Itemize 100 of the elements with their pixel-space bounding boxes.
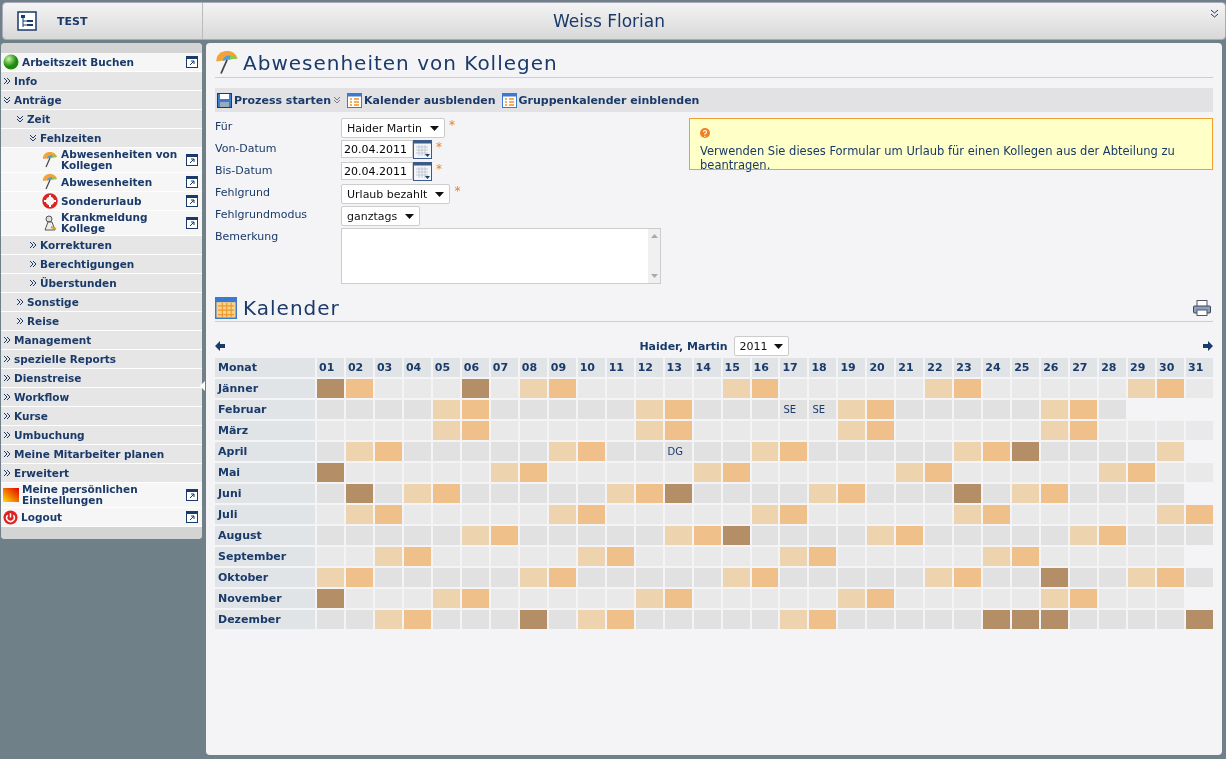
sidebar-item[interactable]: Korrekturen xyxy=(1,236,202,255)
column-header: 19 xyxy=(838,358,866,377)
sidebar-label: Krankmeldung Kollege xyxy=(61,211,149,235)
sidebar-item[interactable]: Erweitert xyxy=(1,464,202,483)
sidebar-item[interactable]: Meine Mitarbeiter planen xyxy=(1,445,202,464)
chevron-down-icon xyxy=(29,134,37,142)
sidebar-item[interactable]: Dienstreise xyxy=(1,369,202,388)
sidebar-item[interactable]: Berechtigungen xyxy=(1,255,202,274)
column-header: 29 xyxy=(1128,358,1156,377)
sidebar-item[interactable]: Anträge xyxy=(1,91,202,110)
sidebar-label: Logout xyxy=(21,510,64,524)
month-label: Mai xyxy=(215,463,315,482)
column-header: 10 xyxy=(577,358,605,377)
column-header: 14 xyxy=(693,358,721,377)
collapse-icon[interactable] xyxy=(1210,9,1219,18)
person-name: Haider, Martin xyxy=(639,339,728,353)
column-header: 18 xyxy=(809,358,837,377)
column-header: 17 xyxy=(780,358,808,377)
sidebar-label: Umbuchung xyxy=(14,428,86,442)
dropdown[interactable]: Haider Martin xyxy=(341,118,445,138)
gradient-swatch-icon xyxy=(3,488,19,502)
remark-field[interactable] xyxy=(341,228,661,284)
year-dropdown[interactable]: 2011 xyxy=(733,336,789,356)
next-arrow-icon[interactable] xyxy=(1203,341,1213,351)
open-window-icon[interactable] xyxy=(186,176,198,188)
open-window-icon[interactable] xyxy=(186,489,198,501)
required-mark: * xyxy=(454,184,461,198)
sidebar-label: Sonderurlaub xyxy=(61,194,143,208)
column-header: 15 xyxy=(722,358,750,377)
chevron-down-icon xyxy=(3,96,11,104)
column-header: 12 xyxy=(635,358,663,377)
sidebar-item[interactable]: Workflow xyxy=(1,388,202,407)
sidebar-label: Abwesenheiten xyxy=(61,175,154,189)
sidebar-label: Meine persönlichen Einstellungen xyxy=(22,483,139,507)
calendar-picker-icon[interactable] xyxy=(413,140,432,159)
open-window-icon[interactable] xyxy=(186,154,198,166)
column-header: 21 xyxy=(896,358,924,377)
required-mark: * xyxy=(436,140,442,154)
page-title: Abwesenheiten von Kollegen xyxy=(243,51,558,75)
open-window-icon[interactable] xyxy=(186,511,198,523)
column-header: 09 xyxy=(548,358,576,377)
sidebar-item[interactable]: Logout xyxy=(1,508,202,527)
sidebar-item[interactable]: Fehlzeiten xyxy=(1,129,202,148)
sidebar-item[interactable]: Kurse xyxy=(1,407,202,426)
sidebar-label: Dienstreise xyxy=(14,371,83,385)
chevron-right-icon xyxy=(29,260,37,268)
sidebar-label: Arbeitszeit Buchen xyxy=(22,55,136,69)
sidebar-label: Überstunden xyxy=(40,276,118,290)
save-icon xyxy=(217,92,232,108)
open-window-icon[interactable] xyxy=(186,56,198,68)
sidebar-item[interactable]: spezielle Reports xyxy=(1,350,202,369)
calendar-icon xyxy=(215,297,237,319)
printer-icon[interactable] xyxy=(1193,300,1211,316)
sidebar-item[interactable]: Überstunden xyxy=(1,274,202,293)
column-header: 01 xyxy=(317,358,344,377)
sidebar-item[interactable]: Krankmeldung Kollege xyxy=(1,211,202,236)
field-label: Bis-Datum xyxy=(215,163,274,177)
dropdown[interactable]: Urlaub bezahlt xyxy=(341,184,451,204)
toolbar-button[interactable]: Kalender ausblenden xyxy=(347,92,496,108)
day-cell: SE xyxy=(809,400,837,419)
sidebar-label: Sonstige xyxy=(27,295,80,309)
sidebar-label: Info xyxy=(14,74,39,88)
sidebar-item[interactable]: Abwesenheiten xyxy=(1,173,202,192)
sidebar-item[interactable]: Info xyxy=(1,72,202,91)
toolbar-button[interactable]: Gruppenkalender einblenden xyxy=(501,92,700,108)
sidebar-item[interactable]: Management xyxy=(1,331,202,350)
sidebar-label: Meine Mitarbeiter planen xyxy=(14,447,166,461)
sidebar-item[interactable]: Zeit xyxy=(1,110,202,129)
dropdown[interactable]: ganztags xyxy=(341,206,421,226)
chevron-down-icon xyxy=(16,115,24,123)
column-header: 03 xyxy=(374,358,402,377)
required-mark: * xyxy=(448,118,455,132)
column-header: 07 xyxy=(490,358,518,377)
calendar-picker-icon[interactable] xyxy=(413,162,432,181)
month-label: Dezember xyxy=(215,610,315,629)
column-header: 02 xyxy=(345,358,373,377)
date-field[interactable]: 20.04.2011 xyxy=(341,162,413,180)
dropdown-arrow-icon xyxy=(429,125,439,131)
sidebar-item[interactable]: Sonderurlaub xyxy=(1,192,202,211)
month-label: August xyxy=(215,526,315,545)
field-label: Bemerkung xyxy=(215,229,280,243)
tree-icon[interactable] xyxy=(17,11,37,31)
app-title: TEST xyxy=(57,14,88,28)
month-label: Februar xyxy=(215,400,315,419)
sidebar-item[interactable]: Arbeitszeit Buchen xyxy=(1,53,202,72)
open-window-icon[interactable] xyxy=(186,217,198,229)
column-header: 04 xyxy=(403,358,431,377)
open-window-icon[interactable] xyxy=(186,195,198,207)
date-field[interactable]: 20.04.2011 xyxy=(341,140,413,158)
sidebar-item[interactable]: Meine persönlichen Einstellungen xyxy=(1,483,202,508)
sidebar-item[interactable]: Sonstige xyxy=(1,293,202,312)
sidebar-item[interactable]: Reise xyxy=(1,312,202,331)
sidebar-item[interactable]: Abwesenheiten von Kollegen xyxy=(1,148,202,173)
column-header: Monat xyxy=(215,358,315,377)
month-label: Jänner xyxy=(215,379,315,398)
sidebar-label: Anträge xyxy=(14,93,63,107)
field-label: Fehlgrund xyxy=(215,185,271,199)
toolbar-button[interactable]: Prozess starten xyxy=(217,92,342,108)
previous-arrow-icon[interactable] xyxy=(215,341,225,351)
sidebar-item[interactable]: Umbuchung xyxy=(1,426,202,445)
